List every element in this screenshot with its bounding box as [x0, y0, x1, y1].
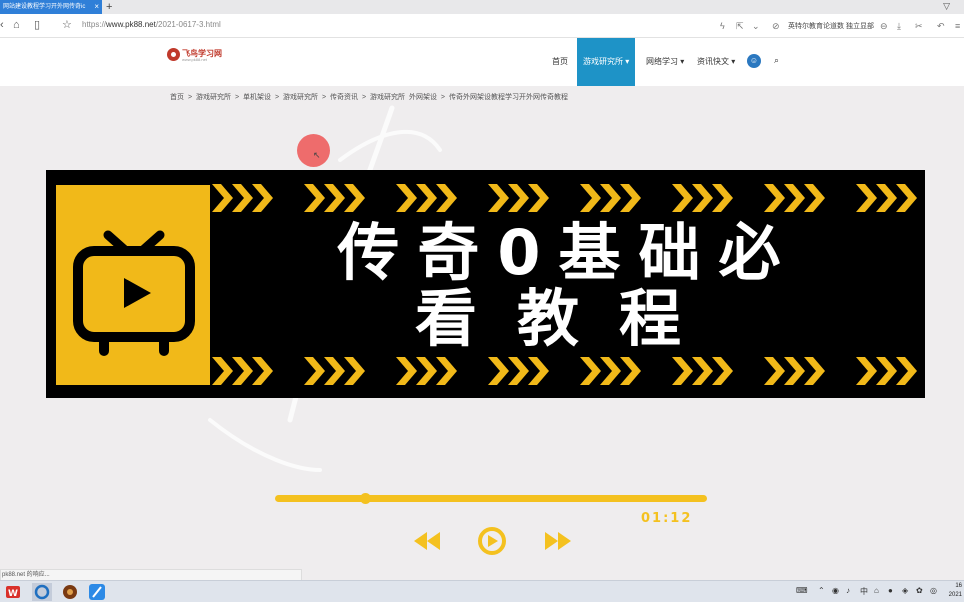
- chevron-mark: [436, 357, 457, 385]
- tv-play-icon: [73, 230, 195, 356]
- tv-panel: [56, 185, 210, 385]
- wifi-icon[interactable]: ⌂: [874, 586, 879, 595]
- chevron-mark: [580, 357, 601, 385]
- fast-forward-icon[interactable]: [543, 530, 573, 552]
- chevron-mark: [488, 184, 509, 212]
- player-progress-knob[interactable]: [359, 493, 371, 504]
- chevron-mark: [692, 184, 713, 212]
- chevron-mark: [344, 357, 365, 385]
- sync-icon[interactable]: ✿: [916, 586, 923, 595]
- chevron-mark: [784, 184, 805, 212]
- volume-icon[interactable]: ♪: [846, 586, 850, 595]
- chevron-mark: [304, 357, 325, 385]
- qq-icon[interactable]: ●: [888, 586, 893, 595]
- chevron-mark: [252, 357, 273, 385]
- game-icon[interactable]: [60, 583, 80, 601]
- chevron-mark: [804, 184, 825, 212]
- feather-icon[interactable]: [87, 583, 107, 601]
- wps-icon[interactable]: W: [3, 583, 23, 601]
- video-banner[interactable]: 传奇0基础必 看教程: [46, 170, 925, 398]
- chevron-mark: [804, 357, 825, 385]
- player-progress-bar[interactable]: [275, 495, 707, 502]
- chevron-mark: [672, 357, 693, 385]
- clock-time: 16: [955, 583, 962, 589]
- chevron-mark: [856, 184, 877, 212]
- chevron-mark: [580, 184, 601, 212]
- chevron-mark: [528, 357, 549, 385]
- svg-text:W: W: [8, 589, 18, 599]
- chevron-mark: [508, 184, 529, 212]
- chevron-mark: [232, 357, 253, 385]
- security-icon[interactable]: ◈: [902, 586, 908, 595]
- chevron-mark: [396, 184, 417, 212]
- chevron-mark: [876, 357, 897, 385]
- chevron-mark: [436, 184, 457, 212]
- chevron-mark: [620, 357, 641, 385]
- chevron-mark: [784, 357, 805, 385]
- chevron-mark: [416, 184, 437, 212]
- banner-title-line-2: 看教程: [414, 282, 721, 355]
- chevron-mark: [692, 357, 713, 385]
- chevron-mark: [212, 184, 233, 212]
- chevron-mark: [896, 184, 917, 212]
- input-icon[interactable]: 中: [860, 586, 868, 597]
- banner-title-line-1: 传奇0基础必: [337, 216, 799, 289]
- rewind-icon[interactable]: [412, 530, 442, 552]
- chevron-mark: [856, 357, 877, 385]
- clock-date: 2021: [948, 592, 962, 598]
- chevron-mark: [344, 184, 365, 212]
- chevron-mark: [764, 184, 785, 212]
- help-icon[interactable]: ◎: [930, 586, 937, 595]
- play-circle-icon[interactable]: [476, 526, 508, 556]
- chevron-mark: [600, 184, 621, 212]
- chevron-mark: [508, 357, 529, 385]
- player-time: 01:12: [641, 511, 693, 526]
- chevron-mark: [712, 357, 733, 385]
- chevron-row-bottom: [212, 357, 917, 385]
- bluetooth-icon[interactable]: ◉: [832, 586, 839, 595]
- chevron-mark: [324, 357, 345, 385]
- network-icon[interactable]: ⌃: [818, 586, 825, 595]
- chevron-mark: [764, 357, 785, 385]
- system-clock[interactable]: 16 2021: [944, 582, 962, 600]
- chevron-mark: [304, 184, 325, 212]
- chevron-mark: [876, 184, 897, 212]
- chevron-mark: [600, 357, 621, 385]
- mouse-cursor-icon: ↖: [313, 150, 321, 160]
- chevron-mark: [672, 184, 693, 212]
- chevron-mark: [324, 184, 345, 212]
- chevron-mark: [896, 357, 917, 385]
- chevron-mark: [416, 357, 437, 385]
- chevron-mark: [712, 184, 733, 212]
- chevron-mark: [212, 357, 233, 385]
- keyboard-icon[interactable]: ⌨: [796, 586, 808, 595]
- chevron-mark: [232, 184, 253, 212]
- chevron-row-top: [212, 184, 917, 212]
- chevron-mark: [488, 357, 509, 385]
- chevron-mark: [396, 357, 417, 385]
- chevron-mark: [620, 184, 641, 212]
- chevron-mark: [528, 184, 549, 212]
- browser-icon[interactable]: [32, 583, 52, 601]
- taskbar: W ⌨ ⌃ ◉ ♪ 中 ⌂ ● ◈ ✿ ◎ 16 2021: [0, 580, 964, 602]
- chevron-mark: [252, 184, 273, 212]
